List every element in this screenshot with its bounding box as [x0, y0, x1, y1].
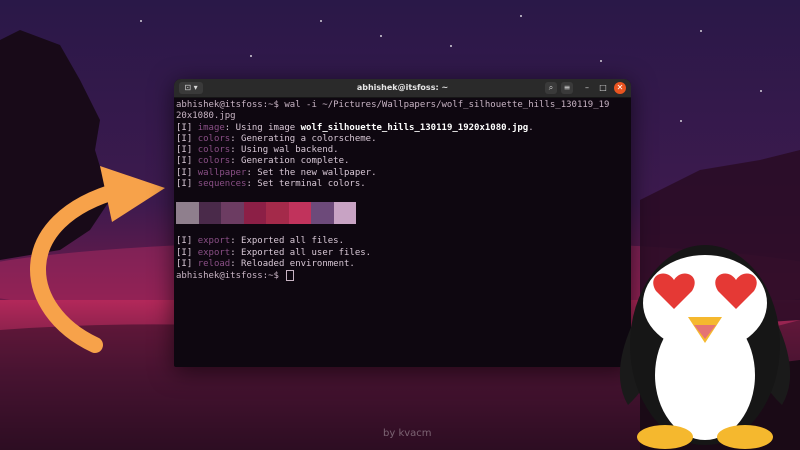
palette-swatch [311, 202, 334, 225]
maximize-icon[interactable]: □ [597, 82, 609, 94]
terminal-output[interactable]: abhishek@itsfoss:~$ wal -i ~/Pictures/Wa… [174, 98, 631, 283]
search-icon[interactable]: ⌕ [545, 82, 557, 94]
line-pre: [I] [176, 133, 198, 144]
cursor [286, 270, 295, 282]
menu-icon[interactable]: ≡ [561, 82, 573, 94]
line-extra: wolf_silhouette_hills_130119_1920x1080.j… [300, 122, 529, 133]
palette-swatch [198, 202, 221, 225]
terminal-line: [I] export: Exported all files. [176, 236, 629, 247]
terminal-line: [I] export: Exported all user files. [176, 248, 629, 259]
close-icon[interactable]: ✕ [614, 82, 626, 94]
terminal-line: [I] wallpaper: Set the new wallpaper. [176, 168, 629, 179]
line-txt: : Using wal backend. [230, 145, 339, 156]
terminal-line: abhishek@itsfoss:~$ wal -i ~/Pictures/Wa… [176, 100, 629, 111]
line-mod: colors [197, 156, 231, 167]
color-palette [176, 202, 629, 225]
line-txt: : Exported all files. [230, 236, 344, 247]
line-txt: : Set terminal colors. [246, 179, 366, 190]
palette-swatch [266, 202, 289, 225]
terminal-line: [I] colors: Using wal backend. [176, 145, 629, 156]
terminal-window[interactable]: ⊡ ▾ abhishek@itsfoss: ~ ⌕ ≡ – □ ✕ abhish… [174, 79, 631, 367]
title-bar[interactable]: ⊡ ▾ abhishek@itsfoss: ~ ⌕ ≡ – □ ✕ [174, 79, 631, 98]
output-lines: abhishek@itsfoss:~$ wal -i ~/Pictures/Wa… [176, 100, 629, 190]
prompt-line: abhishek@itsfoss:~$ [176, 270, 629, 282]
palette-swatch [288, 202, 311, 225]
command-text: abhishek@itsfoss:~$ wal -i ~/Pictures/Wa… [176, 100, 610, 110]
line-mod: sequences [197, 179, 247, 190]
line-pre: [I] [176, 167, 198, 178]
palette-swatch [243, 202, 266, 225]
terminal-line: [I] reload: Reloaded environment. [176, 259, 629, 270]
terminal-line: [I] image: Using image wolf_silhouette_h… [176, 123, 629, 134]
line-mod: wallpaper [197, 167, 247, 178]
palette-swatch [176, 202, 199, 225]
line-txt: : Reloaded environment. [230, 258, 355, 269]
line-pre: [I] [176, 145, 198, 156]
palette-swatch [333, 202, 356, 225]
line-txt: : Using image [224, 122, 301, 133]
terminal-line: [I] colors: Generation complete. [176, 156, 629, 167]
arrow-graphic [30, 166, 165, 353]
palette-swatch [221, 202, 244, 225]
prompt: abhishek@itsfoss:~$ [176, 271, 279, 282]
terminal-line: [I] colors: Generating a colorscheme. [176, 134, 629, 145]
line-txt: : Exported all user files. [230, 247, 372, 258]
line-mod: reload [197, 258, 231, 269]
line-pre: [I] [176, 179, 198, 190]
line-pre: [I] [176, 258, 198, 269]
line-pre: [I] [176, 247, 198, 258]
terminal-line: 20x1080.jpg [176, 111, 629, 122]
penguin-graphic [619, 245, 791, 449]
line-txt: : Generating a colorscheme. [230, 133, 377, 144]
minimize-icon[interactable]: – [581, 82, 593, 94]
line-post: . [528, 122, 534, 133]
line-pre: [I] [176, 236, 198, 247]
output-lines-2: [I] export: Exported all files. [I] expor… [176, 236, 629, 270]
line-txt: : Set the new wallpaper. [246, 167, 377, 178]
terminal-line: [I] sequences: Set terminal colors. [176, 179, 629, 190]
line-txt: : Generation complete. [230, 156, 350, 167]
line-mod: export [197, 247, 231, 258]
command-text: 20x1080.jpg [176, 111, 236, 122]
line-mod: export [197, 236, 231, 247]
line-mod: image [197, 122, 225, 133]
line-mod: colors [197, 133, 231, 144]
line-mod: colors [197, 145, 231, 156]
watermark: by kvacm [383, 428, 432, 439]
line-pre: [I] [176, 122, 198, 133]
line-pre: [I] [176, 156, 198, 167]
